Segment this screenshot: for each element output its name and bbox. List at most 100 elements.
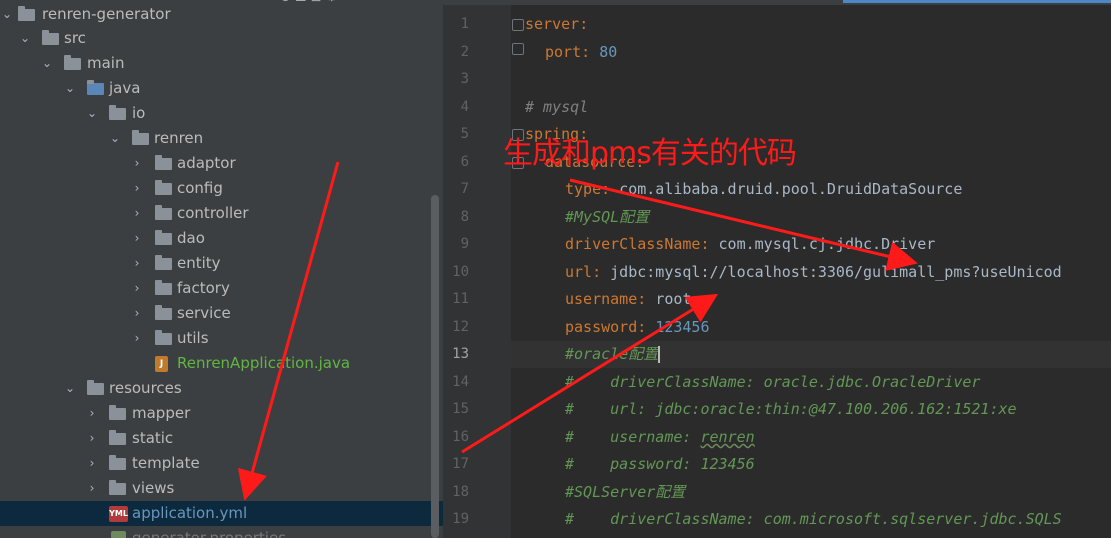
package-icon — [155, 330, 172, 345]
editor-tab-strip[interactable] — [443, 0, 1111, 5]
tree-item-renren-application[interactable]: J RenrenApplication.java — [0, 351, 443, 376]
chevron-right-icon[interactable]: › — [85, 426, 99, 451]
line-number: 9 — [460, 236, 469, 252]
tree-item-resource-folder[interactable]: › mapper — [0, 401, 443, 426]
tree-label: entity — [177, 254, 221, 272]
chevron-right-icon[interactable]: › — [85, 401, 99, 426]
code-line-11: username: root — [565, 290, 692, 308]
chevron-right-icon[interactable]: › — [130, 276, 144, 301]
package-icon — [155, 230, 172, 245]
tree-item-package[interactable]: › service — [0, 301, 443, 326]
folder-icon — [18, 6, 35, 21]
code-line-13: #oracle配置 — [565, 345, 661, 363]
line-number: 11 — [452, 291, 469, 307]
tree-label: service — [177, 304, 231, 322]
tree-label: generator.properties — [132, 529, 287, 538]
tree-scrollbar[interactable] — [431, 195, 439, 538]
tree-item-renren[interactable]: ⌄ renren — [0, 126, 443, 151]
tree-item-package[interactable]: › dao — [0, 226, 443, 251]
tree-item-package[interactable]: › utils — [0, 326, 443, 351]
chevron-right-icon[interactable]: › — [85, 476, 99, 501]
chevron-right-icon[interactable]: › — [130, 226, 144, 251]
chevron-down-icon[interactable]: ⌄ — [0, 2, 14, 27]
code-line-18: #SQLServer配置 — [565, 483, 686, 501]
code-line-4: # mysql — [525, 98, 589, 116]
tree-item-main[interactable]: ⌄ main — [0, 51, 443, 76]
code-line-19: # driverClassName: com.microsoft.sqlserv… — [565, 510, 1062, 528]
line-number: 13 — [452, 346, 469, 362]
tree-item-package[interactable]: › config — [0, 176, 443, 201]
chevron-down-icon[interactable]: ⌄ — [63, 76, 77, 101]
tree-item-generator-properties[interactable]: generator.properties — [0, 526, 443, 538]
line-number: 2 — [460, 44, 469, 60]
tree-label: template — [132, 454, 200, 472]
chevron-right-icon[interactable]: › — [130, 326, 144, 351]
source-folder-icon — [87, 80, 104, 95]
chevron-right-icon[interactable]: › — [130, 176, 144, 201]
line-number: 4 — [460, 99, 469, 115]
chevron-down-icon[interactable]: ⌄ — [63, 376, 77, 401]
tree-label: factory — [177, 279, 230, 297]
active-tab-indicator — [843, 0, 1111, 3]
tree-label: java — [109, 79, 141, 97]
tree-label: renren-generator — [42, 5, 171, 23]
chevron-right-icon[interactable]: › — [130, 301, 144, 326]
yml-file-icon: YML — [109, 506, 128, 522]
tree-item-resources[interactable]: ⌄ resources — [0, 376, 443, 401]
tree-item-package[interactable]: › entity — [0, 251, 443, 276]
code-line-16: # username: renren — [565, 428, 755, 446]
tree-label: src — [64, 29, 86, 47]
fold-marker-icon[interactable] — [512, 19, 524, 31]
package-icon — [155, 205, 172, 220]
tree-label: controller — [177, 204, 249, 222]
tree-item-resource-folder[interactable]: › template — [0, 451, 443, 476]
chevron-down-icon[interactable]: ⌄ — [108, 126, 122, 151]
java-class-icon: J — [155, 356, 168, 372]
code-line-9: driverClassName: com.mysql.cj.jdbc.Drive… — [565, 235, 936, 253]
code-line-1: server: — [525, 15, 589, 33]
code-editor[interactable]: 1 2 3 4 5 6 7 8 9 10 11 12 13 14 15 16 17 18 19 server: po… — [443, 0, 1111, 538]
chevron-right-icon[interactable]: › — [85, 451, 99, 476]
line-number: 12 — [452, 319, 469, 335]
chevron-down-icon[interactable]: ⌄ — [18, 26, 32, 51]
tree-item-renren-generator[interactable]: ⌄ renren-generator — [0, 2, 443, 27]
chevron-down-icon[interactable]: ⌄ — [85, 101, 99, 126]
folder-icon — [42, 30, 59, 45]
tree-label: dao — [177, 229, 205, 247]
chevron-right-icon[interactable]: › — [130, 251, 144, 276]
tree-label: static — [132, 429, 174, 447]
line-number: 8 — [460, 209, 469, 225]
tree-item-package[interactable]: › controller — [0, 201, 443, 226]
tree-item-resource-folder[interactable]: › static — [0, 426, 443, 451]
code-line-14: # driverClassName: oracle.jdbc.OracleDri… — [565, 373, 981, 391]
folder-icon — [109, 430, 126, 445]
line-number: 17 — [452, 456, 469, 472]
tree-item-package[interactable]: › factory — [0, 276, 443, 301]
tree-label: config — [177, 179, 223, 197]
properties-file-icon — [111, 531, 126, 538]
chevron-down-icon[interactable]: ⌄ — [40, 51, 54, 76]
tree-label: adaptor — [177, 154, 236, 172]
line-number: 14 — [452, 374, 469, 390]
tree-item-resource-folder[interactable]: › views — [0, 476, 443, 501]
chevron-right-icon[interactable]: › — [130, 201, 144, 226]
package-icon — [155, 155, 172, 170]
package-icon — [132, 130, 149, 145]
line-number: 6 — [460, 154, 469, 170]
tree-item-io[interactable]: ⌄ io — [0, 101, 443, 126]
line-number: 16 — [452, 429, 469, 445]
tree-label: main — [87, 54, 125, 72]
tree-item-application-yml[interactable]: YML application.yml — [0, 501, 443, 526]
fold-marker-icon[interactable] — [512, 43, 524, 55]
tree-item-java[interactable]: ⌄ java — [0, 76, 443, 101]
tree-item-package[interactable]: › adaptor — [0, 151, 443, 176]
package-icon — [155, 180, 172, 195]
tree-item-src[interactable]: ⌄ src — [0, 26, 443, 51]
chevron-right-icon[interactable]: › — [130, 151, 144, 176]
tree-label: resources — [109, 379, 182, 397]
line-number: 5 — [460, 126, 469, 142]
tree-label: utils — [177, 329, 209, 347]
package-icon — [109, 105, 126, 120]
code-line-7: type: com.alibaba.druid.pool.DruidDataSo… — [565, 180, 963, 198]
line-number: 3 — [460, 71, 469, 87]
